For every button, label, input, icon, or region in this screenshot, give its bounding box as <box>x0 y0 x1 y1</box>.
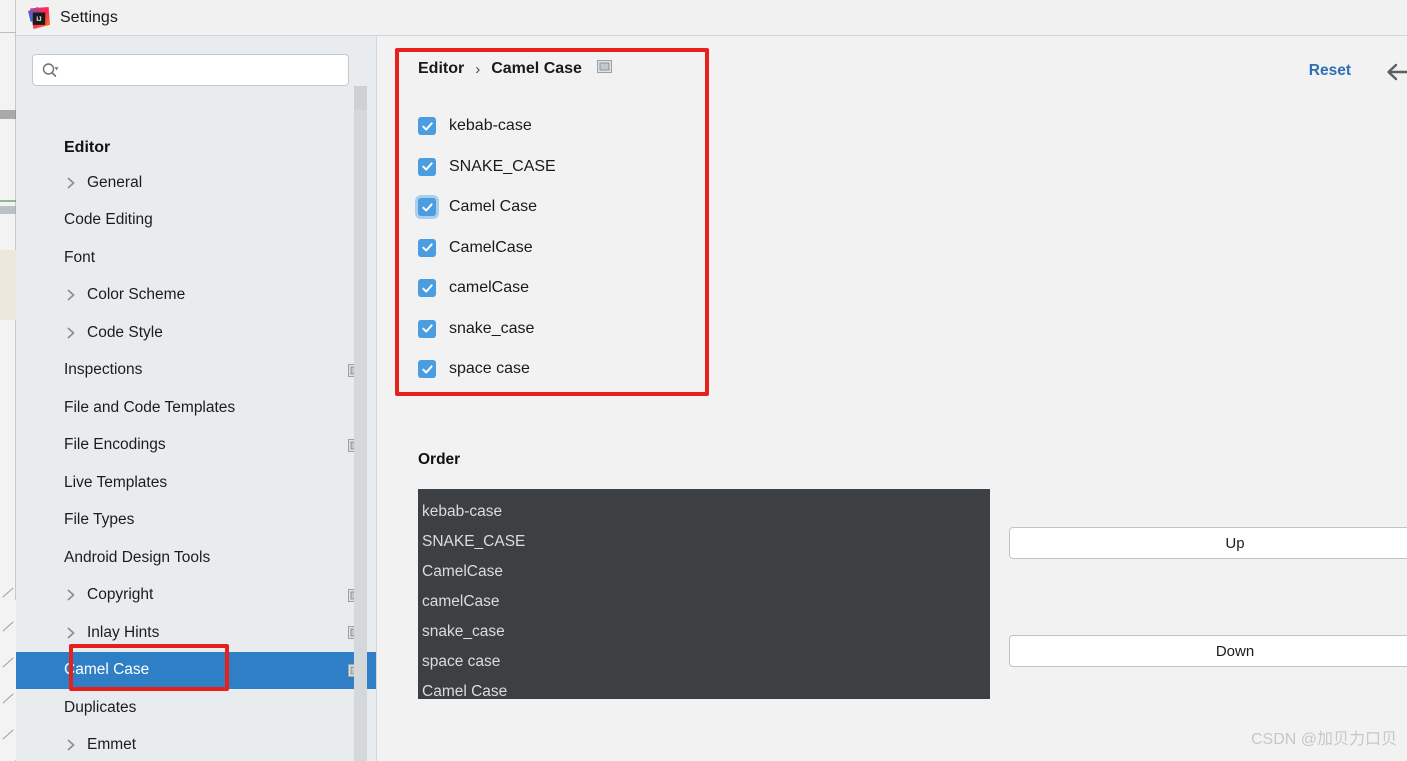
order-list-item[interactable]: space case <box>418 647 990 677</box>
chevron-right-icon[interactable] <box>64 626 78 640</box>
sidebar-item-label: Font <box>64 248 96 266</box>
checkbox-row[interactable]: camelCase <box>418 268 718 309</box>
breadcrumb-root[interactable]: Editor <box>418 60 464 78</box>
intellij-idea-logo-icon: IJ <box>28 6 50 29</box>
breadcrumb-separator: › <box>475 60 481 78</box>
search-icon <box>42 62 59 78</box>
checkbox-space-case[interactable] <box>418 360 436 379</box>
reset-link[interactable]: Reset <box>1309 62 1351 80</box>
checkbox-label: camelCase <box>449 279 530 297</box>
checkbox-label: space case <box>449 360 530 378</box>
sidebar-item-file-types[interactable]: File Types <box>16 502 377 540</box>
chevron-right-icon[interactable] <box>64 326 78 340</box>
checkbox-row[interactable]: CamelCase <box>418 228 718 269</box>
sidebar-item-android-design-tools[interactable]: Android Design Tools <box>16 539 377 577</box>
settings-sidebar: Editor General Code Editing Font Color Sche… <box>16 36 377 761</box>
settings-body: Editor General Code Editing Font Color Sche… <box>16 36 1407 761</box>
sidebar-item-label: Live Templates <box>64 473 168 491</box>
sidebar-item-camel-case[interactable]: Camel Case <box>16 651 377 689</box>
search-box[interactable] <box>32 54 349 86</box>
checkbox-row[interactable]: kebab-case <box>418 106 718 147</box>
settings-window: IJ Settings Editor General Code Editing … <box>0 0 1407 761</box>
chevron-right-icon[interactable] <box>64 288 78 302</box>
settings-badge-icon <box>596 60 612 78</box>
sidebar-item-label: File Encodings <box>64 436 166 454</box>
checkbox-snake-case[interactable] <box>418 157 436 176</box>
sidebar-scrollbar-track[interactable] <box>354 86 367 761</box>
chevron-right-icon[interactable] <box>64 176 78 190</box>
sidebar-item-label: File Types <box>64 511 135 529</box>
order-list-item[interactable]: camelCase <box>418 587 990 617</box>
search-field-wrapper <box>16 54 365 86</box>
checkbox-row[interactable]: space case <box>418 349 718 390</box>
checkbox-label: SNAKE_CASE <box>449 157 556 175</box>
settings-tree: Editor General Code Editing Font Color Sche… <box>16 132 377 761</box>
search-input[interactable] <box>63 56 348 84</box>
checkbox-label: CamelCase <box>449 238 533 256</box>
sidebar-item-copyright[interactable]: Copyright <box>16 577 377 615</box>
sidebar-item-label: Android Design Tools <box>64 548 211 566</box>
sidebar-item-font[interactable]: Font <box>16 239 377 277</box>
settings-content-pane: Editor › Camel Case Reset kebab-case SNAK… <box>377 36 1407 761</box>
checkbox-camel-case[interactable] <box>418 198 436 217</box>
chevron-right-icon[interactable] <box>64 588 78 602</box>
order-section-title: Order <box>418 451 461 468</box>
order-list-item[interactable]: kebab-case <box>418 497 990 527</box>
sidebar-item-label: Code Editing <box>64 211 153 229</box>
svg-text:IJ: IJ <box>36 15 42 22</box>
sidebar-item-label: Copyright <box>87 586 154 604</box>
window-title: Settings <box>60 8 118 26</box>
tree-heading-editor: Editor <box>64 139 111 156</box>
checkbox-camelcase[interactable] <box>418 279 436 298</box>
case-format-checkbox-list: kebab-case SNAKE_CASE Camel Case CamelCase c… <box>418 106 718 390</box>
sidebar-item-file-and-code-templates[interactable]: File and Code Templates <box>16 389 377 427</box>
sidebar-item-code-style[interactable]: Code Style <box>16 314 377 352</box>
order-list-item[interactable]: snake_case <box>418 617 990 647</box>
sidebar-item-label: File and Code Templates <box>64 398 236 416</box>
sidebar-item-label: Inspections <box>64 361 143 379</box>
arrow-left-icon[interactable] <box>1383 62 1407 82</box>
checkbox-label: Camel Case <box>449 198 538 216</box>
checkbox-row[interactable]: SNAKE_CASE <box>418 147 718 188</box>
sidebar-item-general[interactable]: General <box>16 164 377 202</box>
breadcrumb-current: Camel Case <box>491 60 582 77</box>
checkbox-kebab-case[interactable] <box>418 117 436 136</box>
checkbox-label: kebab-case <box>449 117 532 135</box>
background-window-strip <box>0 0 16 761</box>
sidebar-item-emmet[interactable]: Emmet <box>16 727 377 761</box>
sidebar-item-live-templates[interactable]: Live Templates <box>16 464 377 502</box>
sidebar-item-inlay-hints[interactable]: Inlay Hints <box>16 614 377 652</box>
move-up-button[interactable]: Up <box>1009 527 1407 559</box>
sidebar-item-label: Code Style <box>87 323 163 341</box>
chevron-right-icon[interactable] <box>64 738 78 752</box>
order-list[interactable]: kebab-case SNAKE_CASE CamelCase camelCase sn… <box>418 489 990 699</box>
checkbox-row[interactable]: snake_case <box>418 309 718 350</box>
sidebar-scrollbar-thumb[interactable] <box>354 86 367 110</box>
sidebar-item-label: Inlay Hints <box>87 623 160 641</box>
sidebar-item-label: Duplicates <box>64 698 137 716</box>
sidebar-item-inspections[interactable]: Inspections <box>16 352 377 390</box>
sidebar-item-duplicates[interactable]: Duplicates <box>16 689 377 727</box>
sidebar-item-file-encodings[interactable]: File Encodings <box>16 427 377 465</box>
sidebar-item-label: Emmet <box>87 736 137 754</box>
sidebar-item-label: General <box>87 173 143 191</box>
sidebar-item-code-editing[interactable]: Code Editing <box>16 202 377 240</box>
sidebar-item-color-scheme[interactable]: Color Scheme <box>16 277 377 315</box>
order-list-item[interactable]: Camel Case <box>418 677 990 699</box>
checkbox-label: snake_case <box>449 319 535 337</box>
checkbox-snake-case[interactable] <box>418 319 436 338</box>
sidebar-item-label: Camel Case <box>64 661 150 679</box>
order-list-item[interactable]: SNAKE_CASE <box>418 527 990 557</box>
checkbox-camelcase[interactable] <box>418 238 436 257</box>
breadcrumb: Editor › Camel Case <box>418 60 612 78</box>
move-down-button[interactable]: Down <box>1009 635 1407 667</box>
order-list-item[interactable]: CamelCase <box>418 557 990 587</box>
title-bar: IJ Settings <box>16 0 1407 36</box>
sidebar-item-label: Color Scheme <box>87 286 186 304</box>
checkbox-row[interactable]: Camel Case <box>418 187 718 228</box>
csdn-watermark: CSDN @加贝力口贝 <box>1250 731 1397 748</box>
